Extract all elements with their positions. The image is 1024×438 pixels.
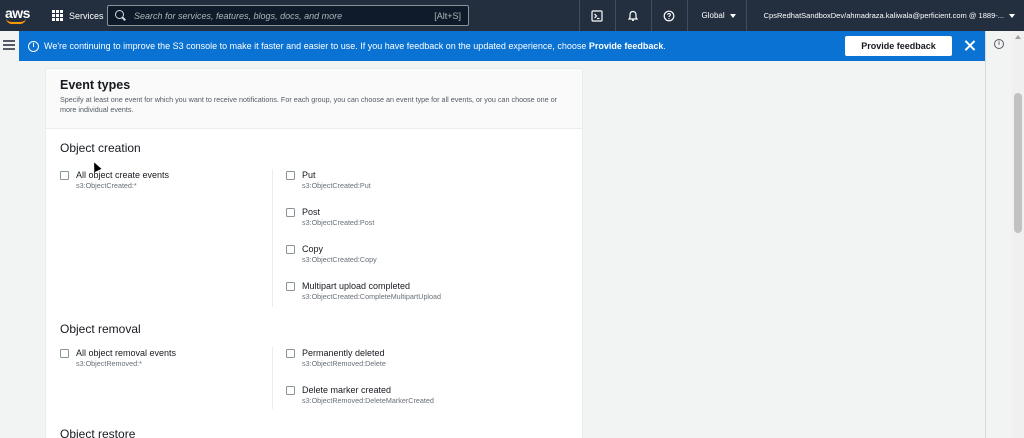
bell-icon [627, 10, 639, 21]
feedback-banner: i We're continuing to improve the S3 con… [19, 31, 985, 61]
checkbox[interactable] [286, 349, 295, 358]
checkbox[interactable] [286, 386, 295, 395]
scroll-up-icon[interactable] [1015, 35, 1021, 39]
services-label: Services [69, 10, 104, 21]
account-menu[interactable]: CpsRedhatSandboxDev/ahmadraza.kaliwala@p… [745, 0, 1024, 31]
panel-header: Event types Specify at least one event f… [46, 69, 582, 129]
divider [272, 347, 273, 409]
region-selector[interactable]: Global [686, 0, 746, 31]
account-label: CpsRedhatSandboxDev/ahmadraza.kaliwala@p… [763, 11, 1004, 20]
checkbox[interactable] [286, 171, 295, 180]
section-title-object-restore: Object restore [60, 427, 136, 438]
caret-down-icon [1009, 13, 1015, 18]
checkbox-put[interactable]: Put s3:ObjectCreated:Put [286, 169, 371, 191]
main-content: Event types Specify at least one event f… [19, 61, 985, 438]
aws-smile-icon [6, 18, 26, 24]
banner-text: We're continuing to improve the S3 conso… [44, 41, 666, 51]
cloudshell-button[interactable] [578, 0, 615, 31]
panel-description: Specify at least one event for which you… [60, 95, 558, 114]
checkbox-all-object-removal-events[interactable]: All object removal events s3:ObjectRemove… [60, 347, 176, 369]
checkbox-permanently-deleted[interactable]: Permanently deleted s3:ObjectRemoved:Dele… [286, 347, 386, 369]
panel-title: Event types [60, 78, 131, 92]
page-scrollbar[interactable] [1012, 31, 1024, 438]
notifications-button[interactable] [614, 0, 651, 31]
region-label: Global [701, 11, 725, 20]
search-icon [115, 10, 126, 21]
checkbox[interactable] [286, 282, 295, 291]
left-rail [0, 31, 19, 438]
close-icon[interactable] [964, 40, 975, 51]
search-shortcut: [Alt+S] [434, 10, 461, 21]
section-title-object-creation: Object creation [60, 141, 141, 155]
checkbox[interactable] [60, 349, 69, 358]
caret-down-icon [729, 13, 736, 18]
search-box[interactable]: [Alt+S] [107, 5, 469, 26]
checkbox-multipart-upload-completed[interactable]: Multipart upload completed s3:ObjectCreat… [286, 280, 441, 302]
checkbox-copy[interactable]: Copy s3:ObjectCreated:Copy [286, 243, 377, 265]
hamburger-menu-icon[interactable] [3, 40, 15, 50]
checkbox[interactable] [60, 171, 69, 180]
right-rail: i [985, 31, 1012, 438]
checkbox[interactable] [286, 208, 295, 217]
grid-icon [52, 10, 63, 21]
info-icon: i [28, 40, 39, 52]
divider [272, 169, 273, 307]
help-icon [663, 10, 675, 21]
banner-text-link: Provide feedback [588, 41, 664, 51]
info-icon[interactable]: i [994, 39, 1004, 49]
services-menu-button[interactable]: Services [48, 0, 108, 31]
scroll-thumb[interactable] [1014, 93, 1022, 233]
provide-feedback-button[interactable]: Provide feedback [845, 36, 952, 56]
section-title-object-removal: Object removal [60, 322, 141, 336]
checkbox[interactable] [286, 245, 295, 254]
checkbox-delete-marker-created[interactable]: Delete marker created s3:ObjectRemoved:De… [286, 384, 434, 406]
aws-logo[interactable]: aws [0, 0, 44, 31]
search-input[interactable] [134, 10, 435, 21]
event-types-panel: Event types Specify at least one event f… [45, 68, 583, 438]
top-navigation: aws Services [Alt+S] Global CpsRedhatSan… [0, 0, 1024, 31]
cloudshell-icon [591, 9, 603, 22]
checkbox-post[interactable]: Post s3:ObjectCreated:Post [286, 206, 374, 228]
checkbox-all-object-create-events[interactable]: All object create events s3:ObjectCreated… [60, 169, 169, 191]
help-button[interactable] [650, 0, 687, 31]
